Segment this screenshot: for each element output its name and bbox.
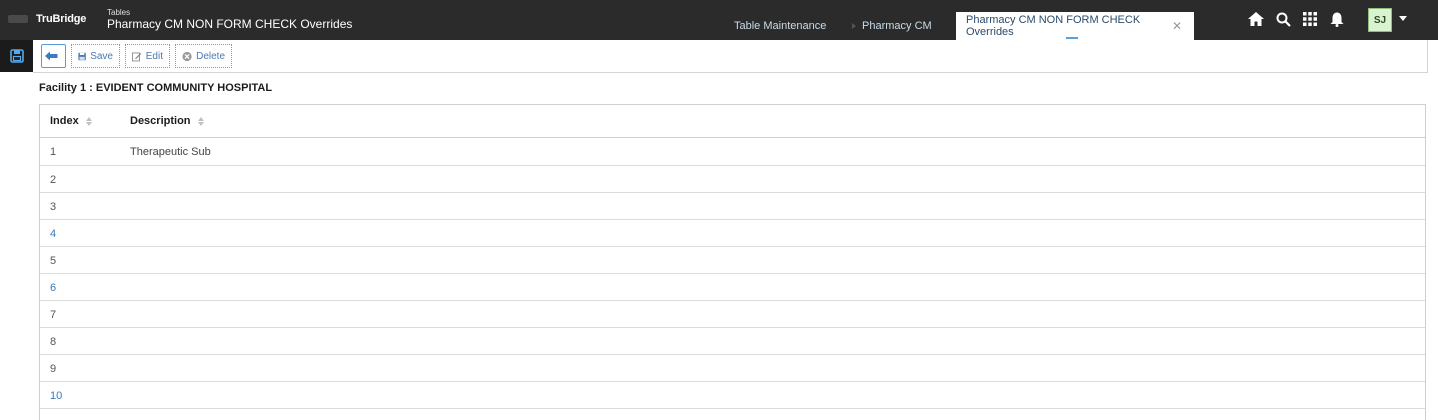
overrides-table: Index Description 1 Therapeutic Sub 2 3 …	[39, 104, 1426, 420]
page-title: Pharmacy CM NON FORM CHECK Overrides	[107, 17, 353, 31]
table-row[interactable]: 8	[40, 328, 1425, 355]
save-document-icon	[9, 49, 24, 63]
edit-label: Edit	[145, 50, 163, 62]
edit-icon	[132, 52, 142, 61]
cell-index: 2	[50, 174, 57, 186]
cell-index: 7	[50, 309, 57, 321]
active-tab-indicator	[1066, 37, 1078, 39]
tab-table-maintenance[interactable]: Table Maintenance	[724, 12, 856, 40]
cell-index: 9	[50, 363, 57, 375]
delete-button[interactable]: Delete	[175, 44, 232, 68]
sort-icon[interactable]	[197, 116, 204, 126]
save-icon	[78, 52, 86, 60]
tab-label: Table Maintenance	[734, 20, 827, 32]
edit-button[interactable]: Edit	[125, 44, 170, 68]
cell-index: 1	[50, 146, 57, 158]
cell-index: 8	[50, 336, 57, 348]
column-header-label: Index	[50, 115, 79, 127]
table-row[interactable]: 9	[40, 355, 1425, 382]
page-heading: Tables Pharmacy CM NON FORM CHECK Overri…	[107, 8, 352, 31]
close-icon[interactable]: ✕	[1172, 20, 1182, 32]
delete-circle-icon	[182, 51, 192, 61]
search-icon[interactable]	[1273, 10, 1293, 28]
table-row[interactable]: 1 Therapeutic Sub	[40, 138, 1425, 166]
table-row[interactable]: 2	[40, 166, 1425, 193]
toolbar: Save Edit Delete	[33, 40, 1428, 73]
header-actions	[1246, 10, 1354, 28]
cell-index: 6	[50, 282, 57, 294]
logo-text: TruBridge	[36, 13, 87, 25]
logo-mark-icon	[8, 15, 28, 23]
column-header-description[interactable]: Description	[130, 115, 204, 127]
table-body: 1 Therapeutic Sub 2 3 4 5 6 7 8 9 10	[40, 138, 1425, 409]
sort-icon[interactable]	[85, 116, 92, 126]
rail-tables-button[interactable]	[0, 40, 33, 72]
table-row[interactable]: 6	[40, 274, 1425, 301]
tab-label: Pharmacy CM	[862, 20, 932, 32]
table-header: Index Description	[40, 105, 1425, 138]
chevron-down-icon[interactable]	[1399, 16, 1407, 21]
left-rail	[0, 40, 33, 420]
tab-strip: Table Maintenance Pharmacy CM Pharmacy C…	[724, 12, 1194, 40]
back-button[interactable]	[41, 44, 66, 68]
cell-index: 10	[50, 390, 63, 402]
home-icon[interactable]	[1246, 10, 1266, 28]
tab-pharmacy-cm[interactable]: Pharmacy CM	[852, 12, 960, 40]
table-row[interactable]: 10	[40, 382, 1425, 409]
page-subtitle: Tables	[107, 8, 131, 17]
cell-index: 3	[50, 201, 57, 213]
cell-description: Therapeutic Sub	[130, 146, 211, 158]
save-button[interactable]: Save	[71, 44, 120, 68]
column-header-index[interactable]: Index	[50, 115, 92, 127]
column-header-label: Description	[130, 115, 191, 127]
trubridge-logo[interactable]: TruBridge	[8, 11, 86, 27]
table-row[interactable]: 5	[40, 247, 1425, 274]
bell-icon[interactable]	[1327, 10, 1347, 28]
cell-index: 4	[50, 228, 57, 240]
table-row[interactable]: 4	[40, 220, 1425, 247]
top-header: TruBridge Tables Pharmacy CM NON FORM CH…	[0, 0, 1438, 40]
back-arrow-icon	[45, 51, 58, 61]
facility-label: Facility 1 : EVIDENT COMMUNITY HOSPITAL	[39, 82, 273, 94]
save-label: Save	[90, 50, 113, 62]
tab-label: Pharmacy CM NON FORM CHECK Overrides	[966, 14, 1141, 38]
cell-index: 5	[50, 255, 57, 267]
tab-non-form-check-overrides[interactable]: Pharmacy CM NON FORM CHECK Overrides ✕	[956, 12, 1194, 40]
apps-grid-icon[interactable]	[1300, 10, 1320, 28]
table-row[interactable]: 3	[40, 193, 1425, 220]
delete-label: Delete	[196, 50, 225, 62]
user-avatar[interactable]: SJ	[1368, 8, 1392, 32]
table-row[interactable]: 7	[40, 301, 1425, 328]
